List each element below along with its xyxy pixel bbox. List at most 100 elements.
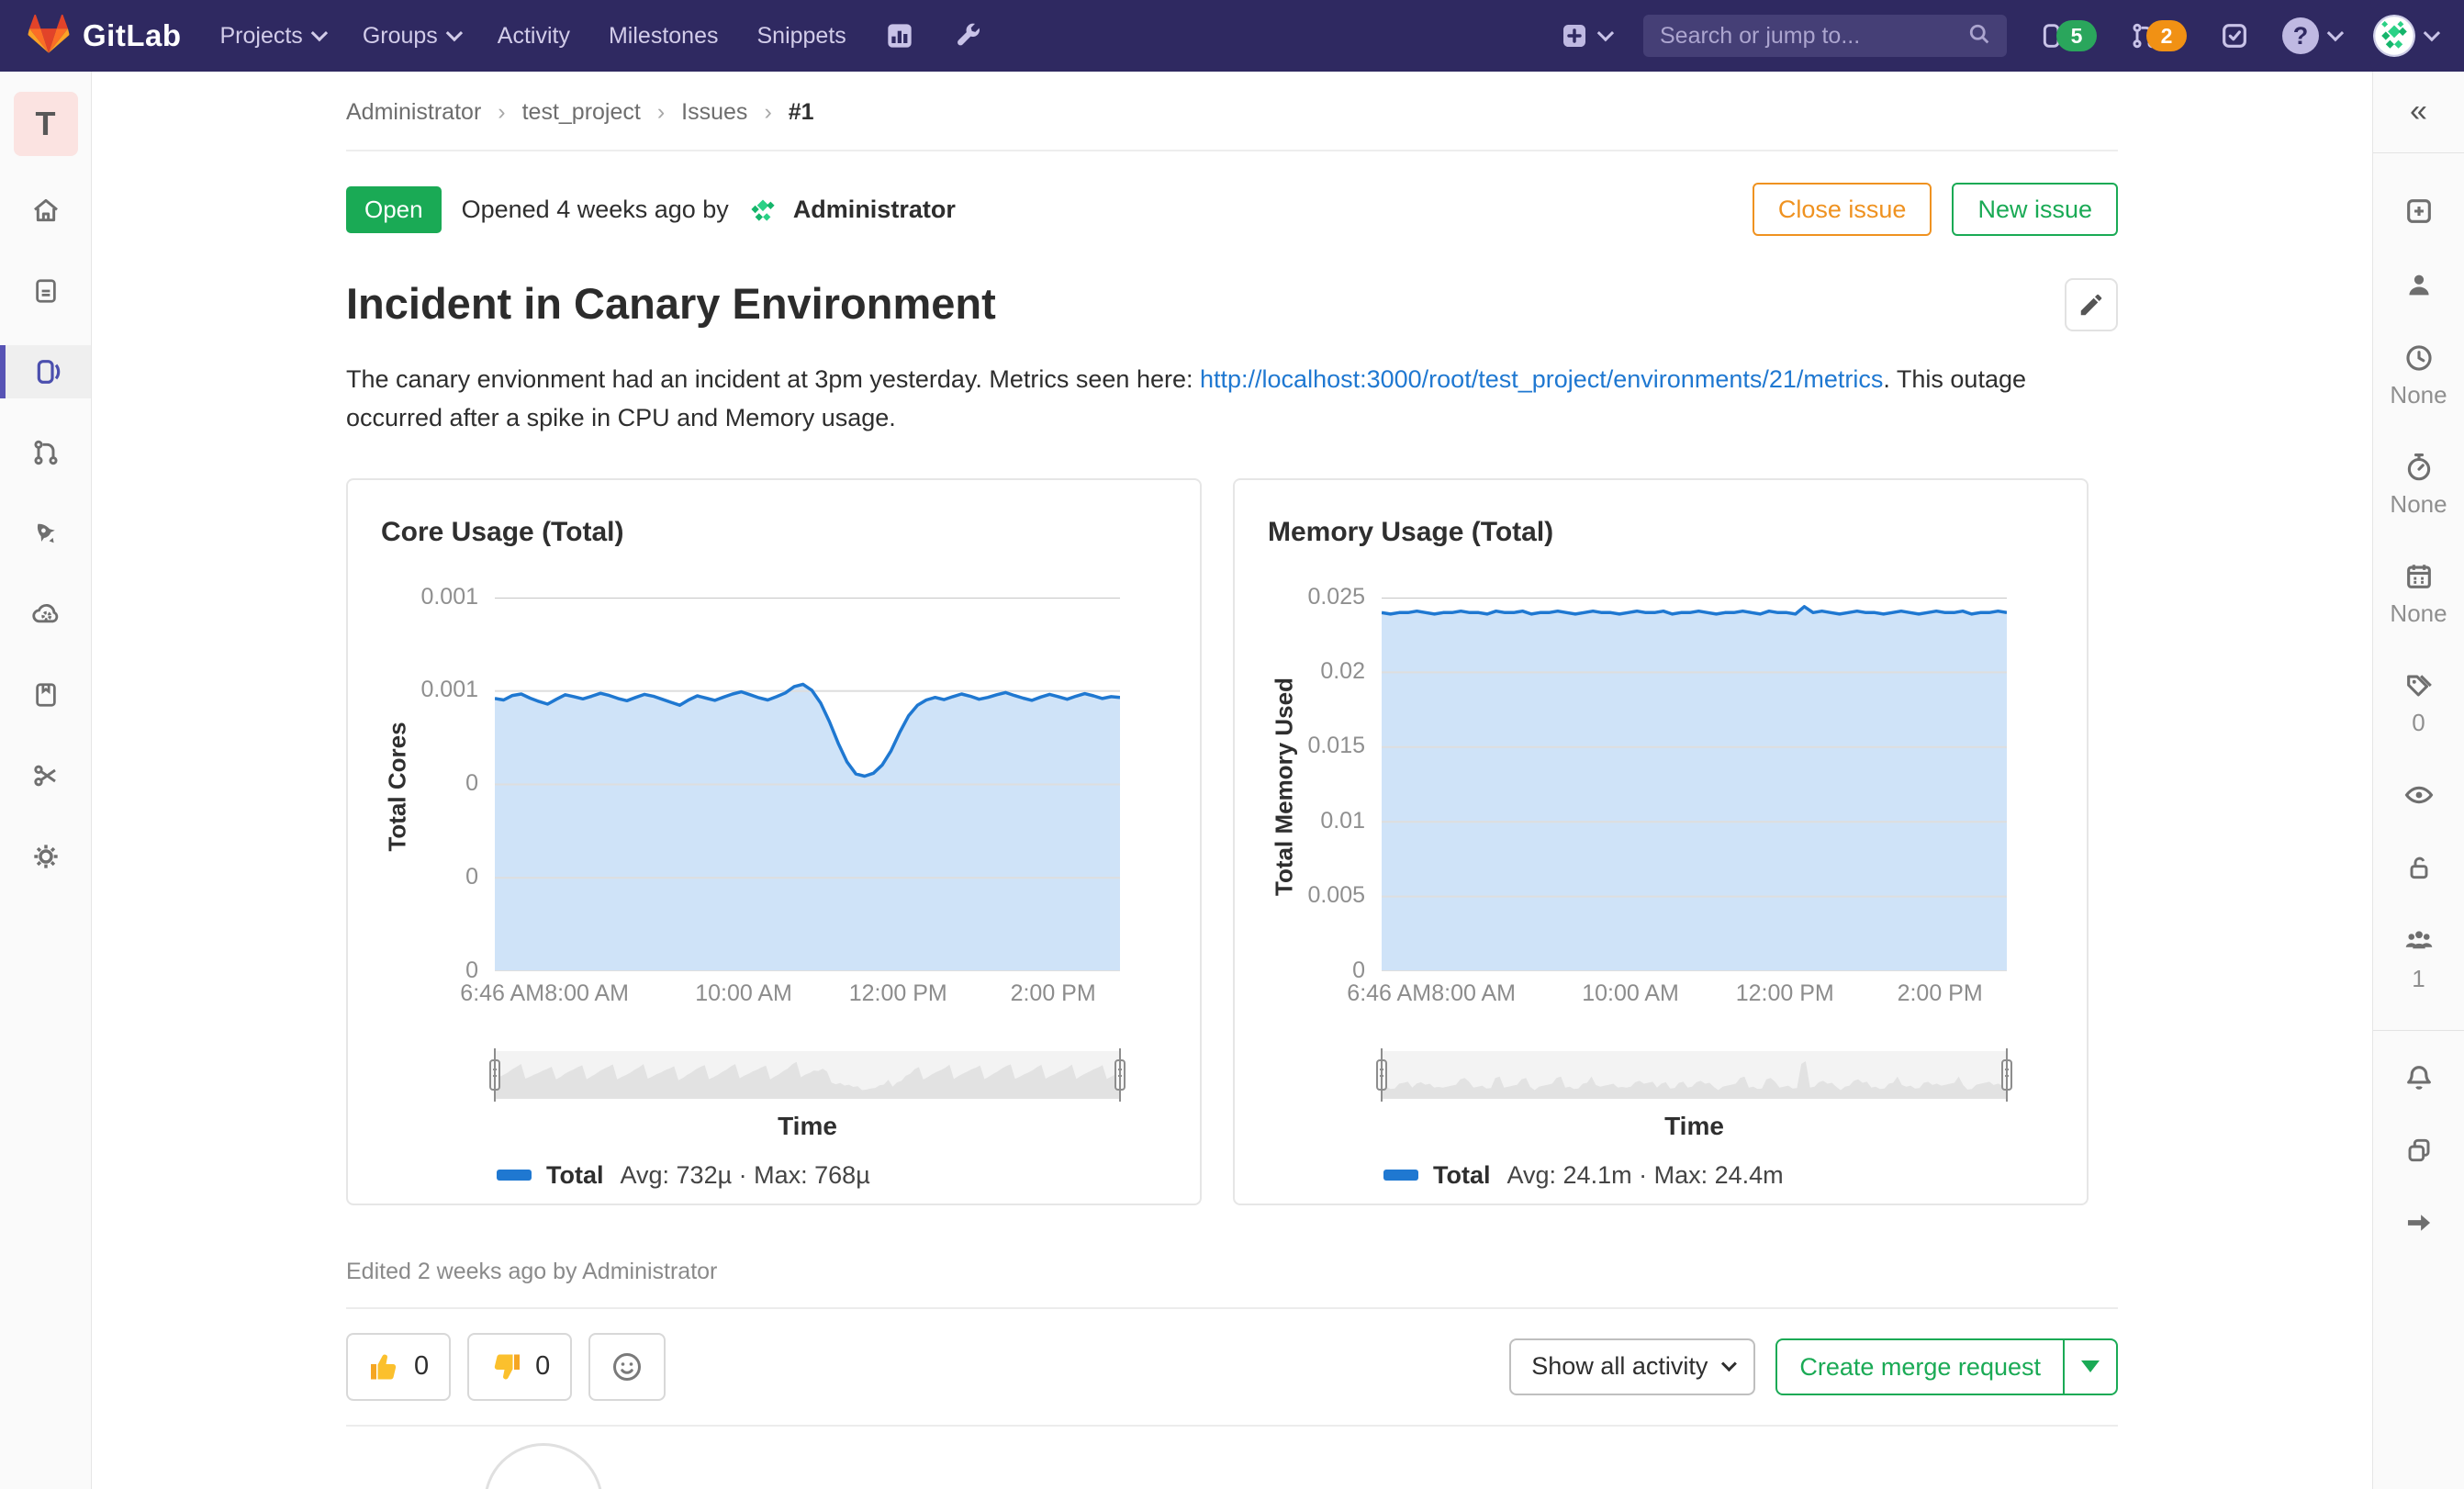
author-name[interactable]: Administrator	[793, 196, 956, 224]
brand-name: GitLab	[83, 18, 182, 52]
bell-icon	[2406, 1066, 2431, 1090]
time-range-brush[interactable]	[1376, 1047, 2012, 1102]
clock-icon	[2405, 345, 2432, 371]
sidebar-item-operations[interactable]	[0, 588, 91, 641]
user-avatar	[2373, 15, 2415, 57]
title-row: Incident in Canary Environment	[346, 278, 2118, 331]
nav-projects[interactable]: Projects	[220, 23, 328, 50]
time-range-brush[interactable]	[489, 1047, 1126, 1102]
scissors-icon	[33, 765, 56, 787]
nav-milestones[interactable]: Milestones	[609, 23, 719, 50]
sidebar-item-wiki[interactable]	[0, 668, 91, 722]
breadcrumb-project[interactable]: test_project	[522, 99, 641, 126]
thumbs-up-icon	[371, 1354, 397, 1380]
brush-handle-right[interactable]	[1114, 1047, 1126, 1102]
brush-handle-left[interactable]	[489, 1047, 500, 1102]
core-usage-chart-card: Core Usage (Total) Total Cores 0.001 0.00…	[346, 477, 1202, 1205]
chevron-down-icon	[2423, 24, 2441, 41]
breadcrumb-administrator[interactable]: Administrator	[346, 99, 481, 126]
chevron-down-icon	[2326, 24, 2345, 41]
caret-down-icon	[2081, 1360, 2100, 1373]
sidebar-item-issues[interactable]	[0, 345, 91, 398]
merge-request-icon	[33, 440, 58, 465]
chevron-down-icon	[1721, 1355, 1738, 1371]
sidebar-item-overview[interactable]	[0, 184, 91, 237]
right-sidebar: « None None None 0 1	[2372, 72, 2464, 1489]
sidebar-confidentiality[interactable]	[2403, 779, 2435, 811]
page-title: Incident in Canary Environment	[346, 279, 996, 328]
person-icon	[2408, 274, 2429, 296]
legend-stats: Avg: 732µ · Max: 768µ	[620, 1160, 870, 1189]
breadcrumb-current: #1	[788, 99, 814, 125]
left-sidebar: T	[0, 72, 92, 1489]
nav-activity[interactable]: Activity	[498, 23, 570, 50]
sidebar-notifications[interactable]	[2403, 1062, 2435, 1093]
nav-groups[interactable]: Groups	[363, 23, 463, 50]
todos-button[interactable]	[2220, 21, 2249, 50]
unlock-icon	[2410, 856, 2427, 879]
breadcrumb-issues[interactable]: Issues	[681, 99, 747, 126]
due-date-value: None	[2390, 599, 2447, 627]
edit-title-button[interactable]	[2065, 278, 2118, 331]
gitlab-brand[interactable]: GitLab	[28, 13, 182, 60]
book-icon	[35, 683, 56, 707]
legend-series-name: Total	[546, 1160, 604, 1189]
divider	[2372, 152, 2464, 153]
create-merge-request-button[interactable]: Create merge request	[1777, 1340, 2063, 1394]
main-content: Administrator › test_project › Issues › …	[92, 72, 2372, 1489]
issues-count-badge: 5	[2056, 20, 2097, 51]
create-mr-options-button[interactable]	[2063, 1339, 2116, 1394]
search-input[interactable]	[1658, 21, 1966, 50]
chevron-down-icon	[1596, 24, 1615, 41]
sidebar-item-merge-requests[interactable]	[0, 426, 91, 479]
participants-icon	[2405, 931, 2432, 949]
help-menu-button[interactable]: ?	[2282, 17, 2345, 54]
sidebar-copy-reference[interactable]	[2404, 1136, 2434, 1165]
activity-filter-dropdown[interactable]: Show all activity	[1509, 1338, 1756, 1395]
sidebar-todo-button[interactable]	[2403, 196, 2435, 227]
todo-add-icon	[2406, 199, 2431, 223]
new-issue-button[interactable]: New issue	[1952, 183, 2118, 236]
x-axis-label: Time	[778, 1111, 837, 1140]
sidebar-due-date[interactable]: None	[2390, 561, 2447, 628]
sidebar-item-settings[interactable]	[0, 830, 91, 883]
sidebar-milestone[interactable]: None	[2390, 342, 2447, 409]
legend-stats: Avg: 24.1m · Max: 24.4m	[1506, 1160, 1784, 1189]
close-issue-button[interactable]: Close issue	[1752, 183, 1932, 236]
nav-issues-button[interactable]: 5	[2040, 20, 2097, 51]
sidebar-move-issue[interactable]	[2403, 1207, 2435, 1238]
author-avatar	[744, 190, 782, 229]
thumbs-down-count: 0	[535, 1351, 551, 1382]
sidebar-time-tracking[interactable]: None	[2390, 452, 2447, 519]
metrics-link[interactable]: http://localhost:3000/root/test_project/…	[1200, 365, 1883, 393]
x-axis-label: Time	[1664, 1111, 1724, 1140]
sidebar-labels[interactable]: 0	[2403, 670, 2435, 737]
brush-handle-left[interactable]	[1376, 1047, 1387, 1102]
expand-sidebar-icon[interactable]: «	[2410, 95, 2427, 127]
add-emoji-button[interactable]	[588, 1332, 666, 1401]
sidebar-item-snippets[interactable]	[0, 749, 91, 802]
legend-swatch	[497, 1170, 532, 1181]
project-avatar[interactable]: T	[13, 92, 78, 156]
plot-area[interactable]	[494, 596, 1121, 972]
new-menu-button[interactable]	[1560, 21, 1615, 50]
thumbs-down-button[interactable]: 0	[467, 1332, 573, 1401]
legend-swatch	[1383, 1170, 1418, 1181]
sidebar-item-cicd[interactable]	[0, 507, 91, 560]
sidebar-participants[interactable]: 1	[2402, 924, 2436, 993]
sidebar-lock[interactable]	[2404, 853, 2434, 882]
gitlab-logo-icon	[28, 13, 70, 60]
global-search[interactable]	[1643, 15, 2007, 57]
sidebar-assignee[interactable]	[2403, 269, 2435, 300]
admin-wrench-icon[interactable]	[953, 21, 982, 50]
sidebar-item-repository[interactable]	[0, 264, 91, 318]
brush-handle-right[interactable]	[2001, 1047, 2012, 1102]
calendar-icon	[2406, 565, 2431, 588]
thumbs-up-button[interactable]: 0	[346, 1332, 452, 1401]
user-menu-button[interactable]	[2373, 15, 2441, 57]
search-icon	[1966, 21, 1992, 51]
plot-area[interactable]	[1381, 596, 2008, 972]
nav-merge-requests-button[interactable]: 2	[2130, 20, 2187, 51]
nav-snippets[interactable]: Snippets	[756, 23, 846, 50]
charts-icon[interactable]	[885, 21, 914, 50]
